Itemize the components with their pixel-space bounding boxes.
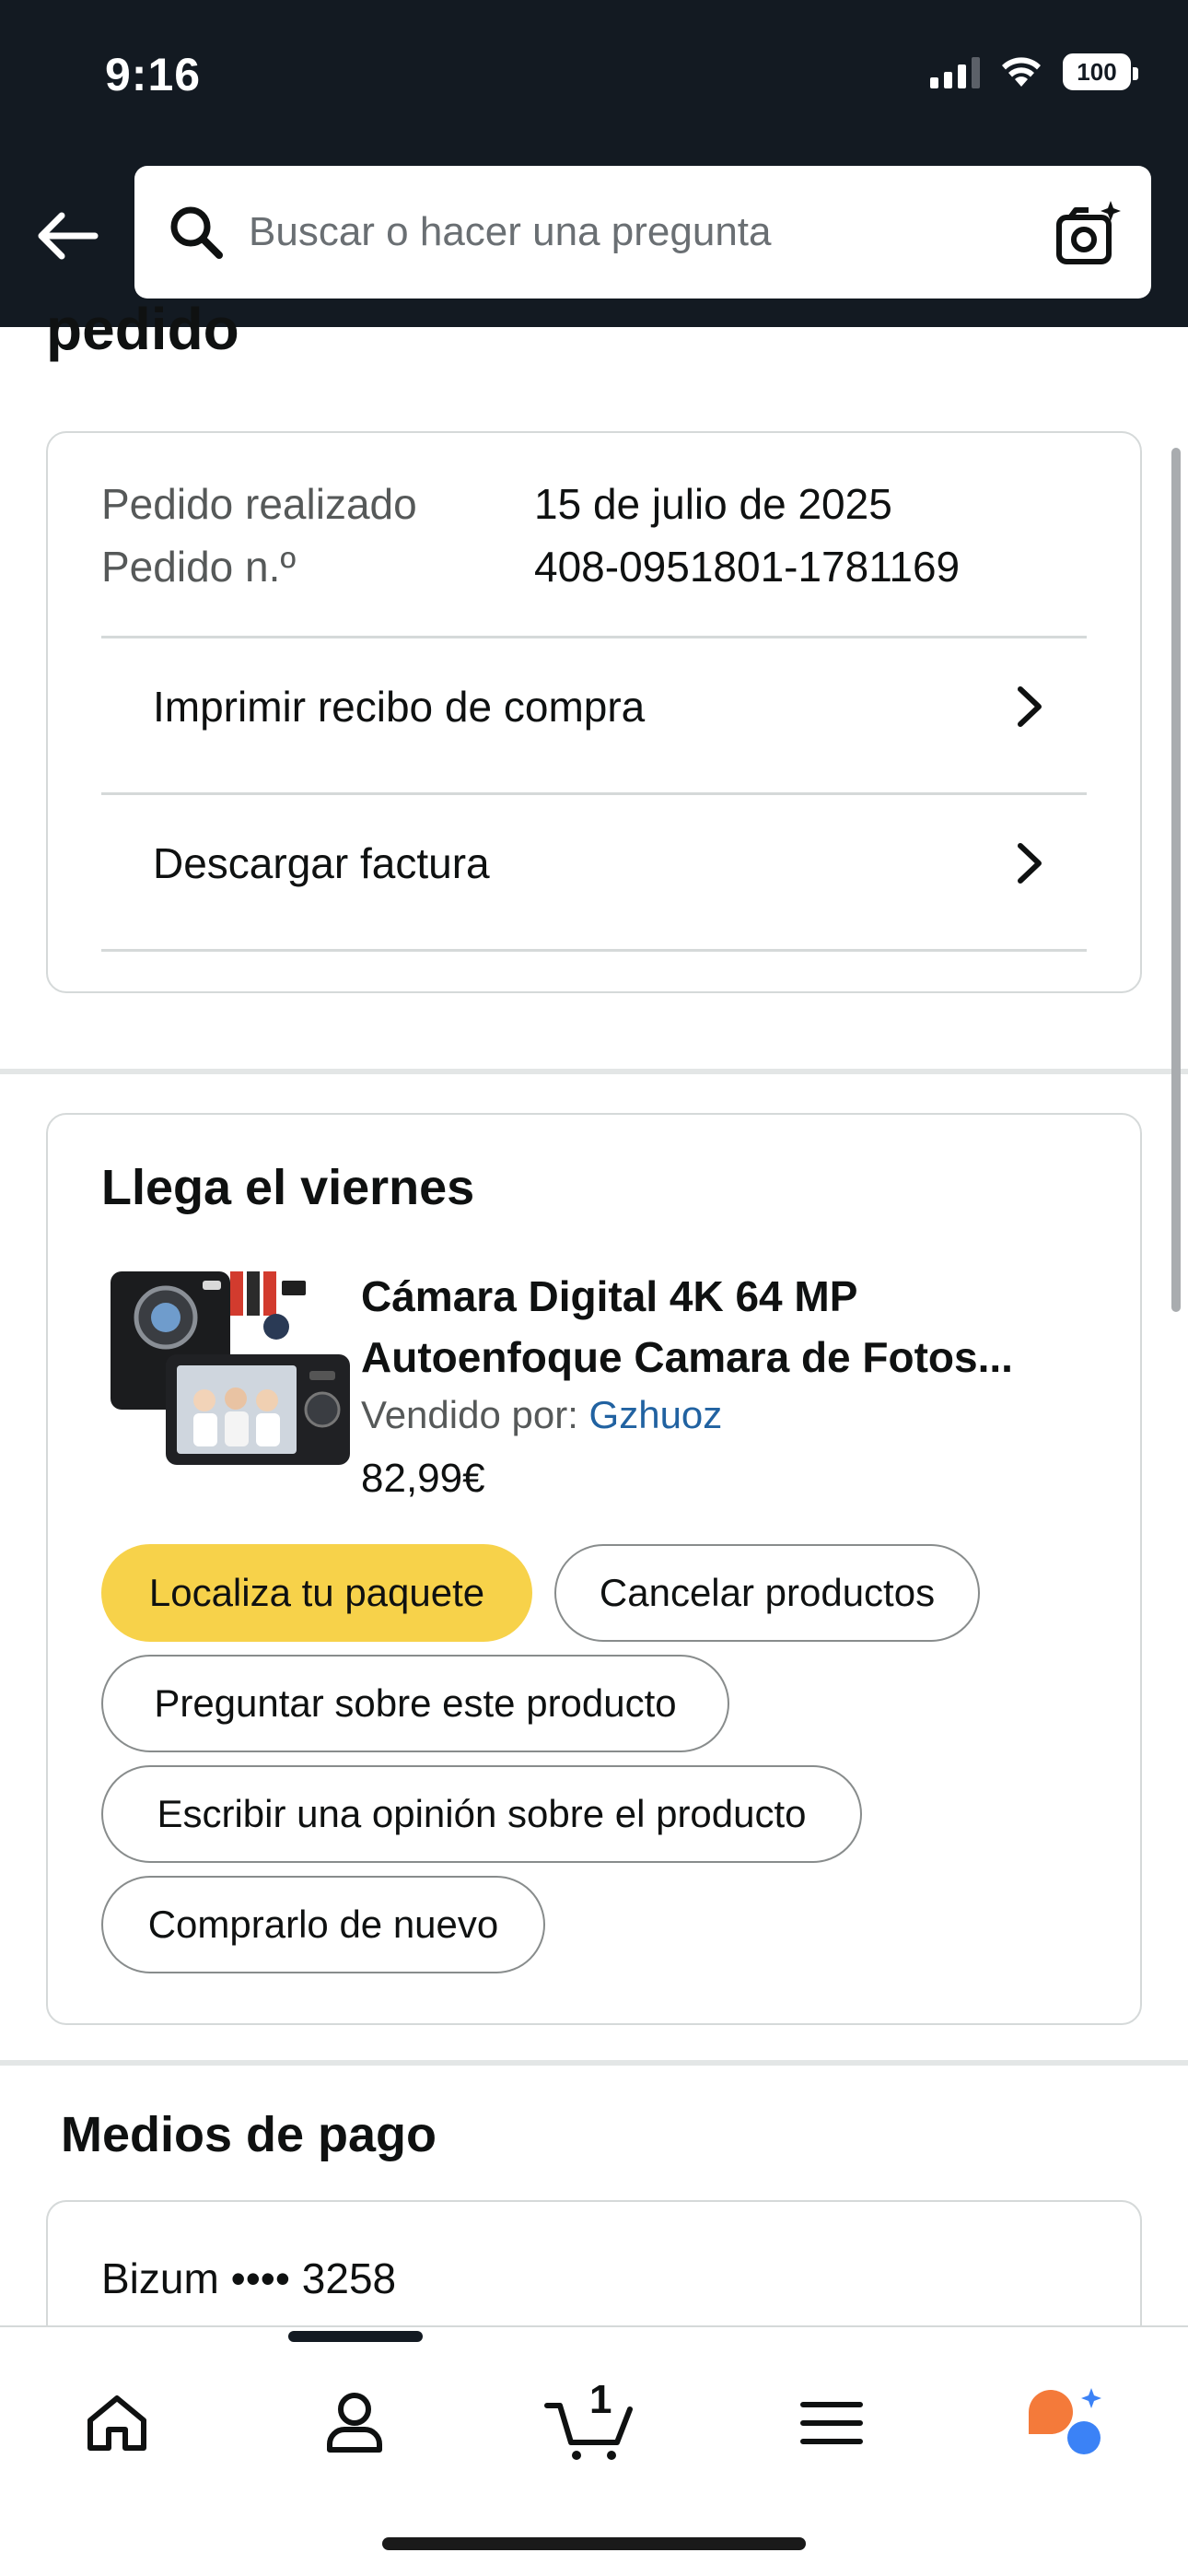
seller-label: Vendido por:: [361, 1393, 578, 1436]
download-invoice-link[interactable]: Descargar factura: [101, 794, 1087, 932]
seller-link[interactable]: Gzhuoz: [589, 1393, 723, 1436]
home-icon: [87, 2395, 146, 2451]
page-title: pedido: [46, 296, 239, 362]
seller-info: Vendido por: Gzhuoz: [361, 1393, 722, 1437]
nav-rufus[interactable]: [1011, 2368, 1122, 2478]
battery-icon: 100: [1063, 53, 1138, 90]
cancel-items-button[interactable]: Cancelar productos: [554, 1544, 980, 1642]
nav-home[interactable]: [62, 2368, 172, 2478]
track-package-button[interactable]: Localiza tu paquete: [101, 1544, 532, 1642]
product-title-line2: Autoenfoque Camara de Fotos...: [361, 1333, 1013, 1381]
menu-icon: [800, 2402, 863, 2444]
back-arrow-icon[interactable]: [33, 203, 99, 269]
order-number-label: Pedido n.º: [101, 543, 297, 591]
print-receipt-link[interactable]: Imprimir recibo de compra: [101, 638, 1087, 776]
search-icon: [164, 200, 228, 264]
active-tab-indicator: [288, 2331, 423, 2342]
shipment-card: Llega el viernes Cámara Digital 4K 64 MP…: [46, 1113, 1142, 2025]
account-icon: [327, 2393, 382, 2453]
order-date-value: 15 de julio de 2025: [534, 480, 892, 528]
divider: [101, 949, 1087, 952]
rufus-icon: [1029, 2388, 1101, 2454]
chevron-right-icon: [1018, 686, 1042, 727]
ask-product-question-button[interactable]: Preguntar sobre este producto: [101, 1655, 729, 1752]
battery-level: 100: [1077, 57, 1117, 86]
buy-again-button[interactable]: Comprarlo de nuevo: [101, 1876, 545, 1973]
search-placeholder: Buscar o hacer una pregunta: [249, 209, 772, 254]
home-indicator[interactable]: [382, 2537, 806, 2550]
write-review-button[interactable]: Escribir una opinión sobre el producto: [101, 1765, 862, 1863]
print-receipt-label: Imprimir recibo de compra: [153, 683, 646, 731]
camera-search-icon[interactable]: [1054, 199, 1124, 269]
section-separator: [0, 1069, 1188, 1074]
status-time: 9:16: [105, 49, 202, 100]
app-header: 9:16 100 Buscar o hacer una pregunta: [0, 0, 1188, 327]
product-title[interactable]: Cámara Digital 4K 64 MP Autoenfoque Cama…: [361, 1266, 1098, 1388]
product-price: 82,99€: [361, 1456, 485, 1501]
payment-method: Bizum •••• 3258: [101, 2254, 397, 2302]
payment-section-title: Medios de pago: [61, 2107, 437, 2162]
delivery-status: Llega el viernes: [101, 1160, 475, 1215]
product-image[interactable]: [101, 1262, 359, 1474]
order-date-label: Pedido realizado: [101, 480, 417, 528]
order-summary-card: Pedido realizado 15 de julio de 2025 Ped…: [46, 431, 1142, 993]
status-icons: 100: [930, 53, 1138, 90]
wifi-icon: [1002, 57, 1041, 87]
section-separator: [0, 2060, 1188, 2066]
order-number-value: 408-0951801-1781169: [534, 543, 961, 591]
search-input[interactable]: Buscar o hacer una pregunta: [134, 166, 1151, 299]
scrollbar[interactable]: [1171, 448, 1181, 1312]
product-title-line1: Cámara Digital 4K 64 MP: [361, 1272, 858, 1320]
nav-cart[interactable]: 1: [534, 2368, 645, 2478]
chevron-right-icon: [1018, 843, 1042, 884]
nav-account[interactable]: [299, 2368, 410, 2478]
cellular-signal-icon: [930, 55, 980, 88]
nav-menu[interactable]: [776, 2368, 887, 2478]
cart-count: 1: [589, 2377, 612, 2422]
download-invoice-label: Descargar factura: [153, 839, 490, 887]
